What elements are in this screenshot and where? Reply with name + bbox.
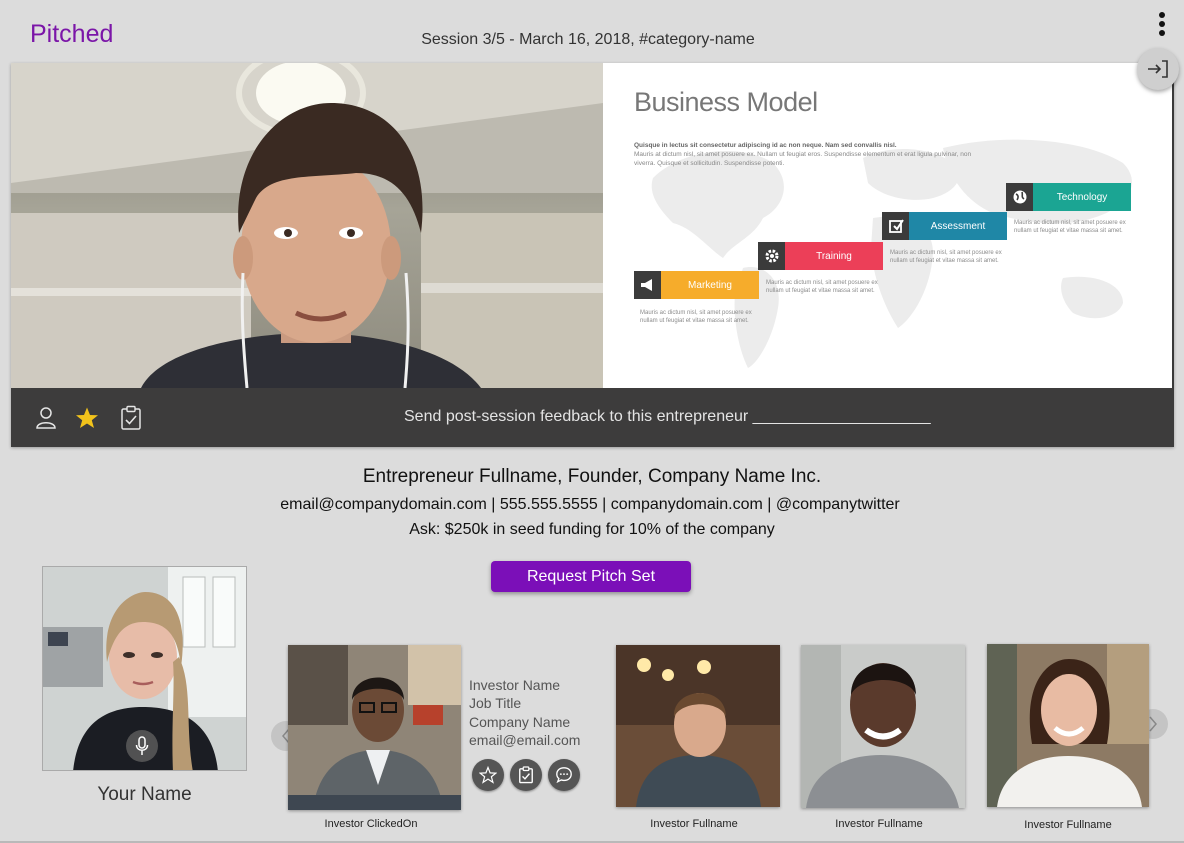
checkbox-icon: [882, 212, 909, 240]
investor-company: Company Name: [469, 713, 571, 730]
user-profile-icon[interactable]: [33, 405, 59, 431]
self-video: [42, 566, 247, 771]
investor-tile[interactable]: [987, 644, 1149, 807]
session-toolbar: Send post-session feedback to this entre…: [11, 388, 1174, 447]
favorite-star-icon[interactable]: [74, 405, 100, 431]
investor-caption: Investor Fullname: [650, 818, 738, 830]
investor-notes-button[interactable]: [510, 759, 542, 791]
microphone-icon: [135, 736, 149, 755]
investor-name: Investor Name: [469, 677, 561, 693]
microphone-toggle-button[interactable]: [126, 730, 158, 762]
gear-icon: [758, 242, 785, 270]
sign-in-icon: [1148, 60, 1168, 78]
entrepreneur-video: [11, 63, 603, 388]
step-marketing: Marketing: [634, 271, 759, 299]
investor-tile-selected[interactable]: [288, 645, 461, 810]
investor-caption: Investor Fullname: [835, 818, 923, 830]
pitch-slide: Business Model Quisque in lectus sit con…: [603, 63, 1172, 388]
slide-description: Quisque in lectus sit consectetur adipis…: [634, 141, 984, 168]
entrepreneur-headline: Entrepreneur Fullname, Founder, Company …: [362, 466, 822, 487]
investor-details: Investor Name Job Title Company Name ema…: [469, 676, 580, 749]
investor-favorite-button[interactable]: [472, 759, 504, 791]
slide-lead-bold: Quisque in lectus sit consectetur adipis…: [634, 142, 897, 149]
megaphone-icon: [634, 271, 661, 299]
globe-icon: [1006, 183, 1033, 211]
more-menu-icon[interactable]: [1154, 12, 1170, 38]
chevron-right-icon: [1149, 716, 1157, 732]
post-session-feedback-link[interactable]: Send post-session feedback to this entre…: [404, 408, 931, 426]
step-label: Marketing: [661, 271, 759, 299]
step-training: Training: [758, 242, 883, 270]
investor-email[interactable]: email@email.com: [469, 731, 580, 749]
step-technology: Technology: [1006, 183, 1131, 211]
step-note: Mauris ac dictum nisl, sit amet posuere …: [890, 250, 1002, 264]
investor-tile[interactable]: [801, 645, 965, 808]
step-assessment: Assessment: [882, 212, 1007, 240]
request-pitch-set-button[interactable]: Request Pitch Set: [491, 561, 691, 592]
step-label: Technology: [1033, 183, 1131, 211]
investor-tile[interactable]: [616, 645, 780, 807]
clipboard-check-icon[interactable]: [118, 405, 144, 431]
step-note: Mauris ac dictum nisl, sit amet posuere …: [640, 310, 752, 324]
investor-chat-button[interactable]: [548, 759, 580, 791]
slide-lead-body: Mauris at dictum nisl, sit amet posuere …: [634, 151, 972, 167]
exit-session-button[interactable]: [1137, 48, 1179, 90]
entrepreneur-contact: email@companydomain.com | 555.555.5555 |…: [280, 496, 900, 513]
investor-caption: Investor ClickedOn: [324, 818, 418, 830]
step-note: Mauris ac dictum nisl, sit amet posuere …: [1014, 220, 1126, 234]
self-name: Your Name: [97, 784, 192, 805]
step-label: Training: [785, 242, 883, 270]
investor-caption: Investor Fullname: [1024, 819, 1112, 831]
entrepreneur-ask: Ask: $250k in seed funding for 10% of th…: [409, 521, 775, 538]
investor-job-title: Job Title: [469, 695, 522, 712]
video-stage: Business Model Quisque in lectus sit con…: [11, 63, 1174, 447]
star-outline-icon: [479, 766, 497, 784]
step-note: Mauris ac dictum nisl, sit amet posuere …: [766, 280, 878, 294]
step-label: Assessment: [909, 212, 1007, 240]
slide-title: Business Model: [634, 87, 818, 117]
chat-bubble-icon: [556, 767, 572, 784]
session-title: Session 3/5 - March 16, 2018, #category-…: [421, 31, 755, 48]
clipboard-check-icon: [519, 766, 533, 784]
